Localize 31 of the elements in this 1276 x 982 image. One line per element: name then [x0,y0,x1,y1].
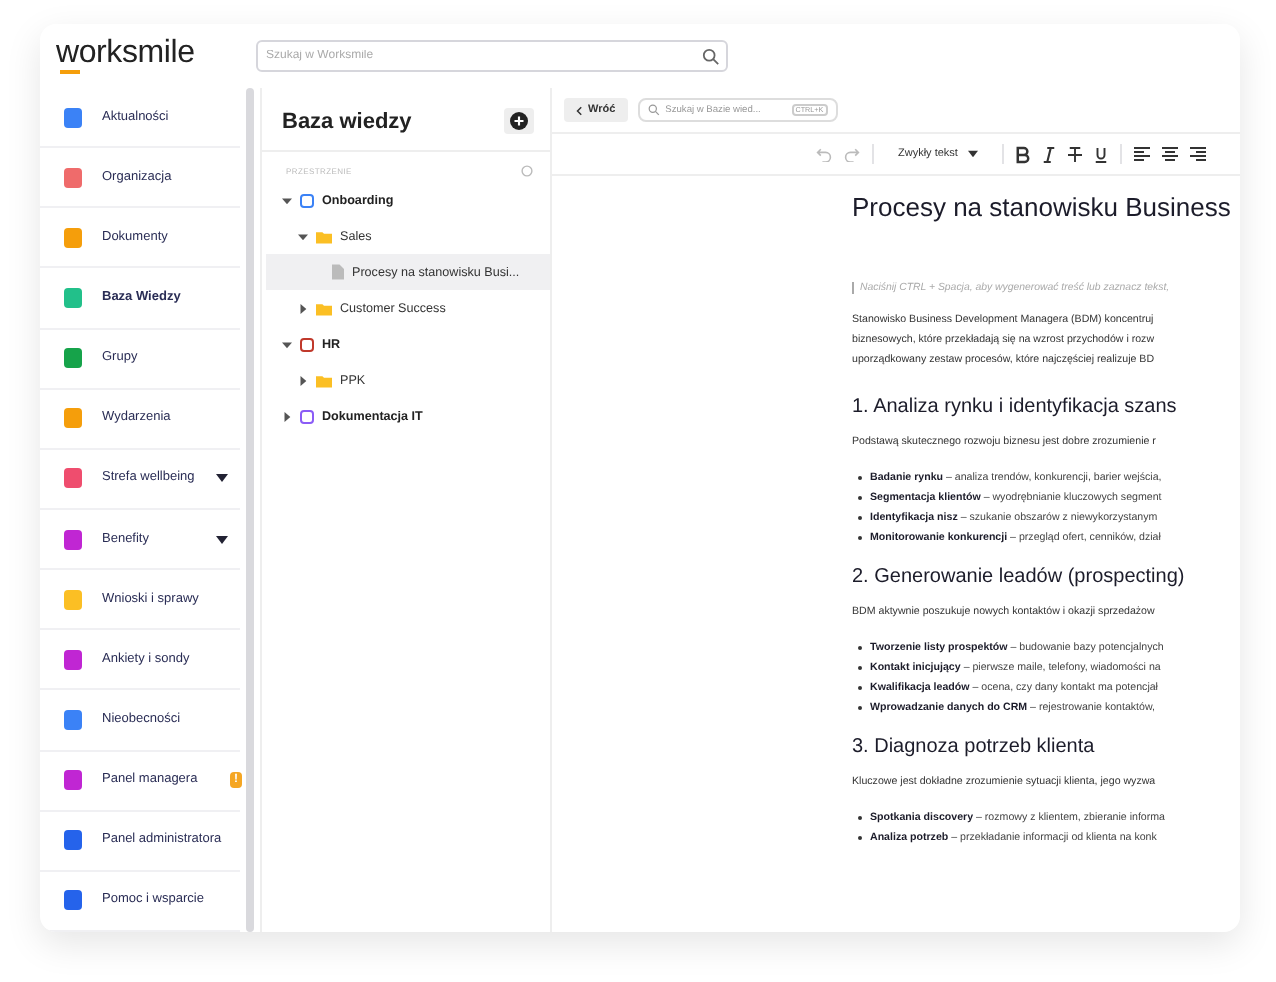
caret-icon [967,150,978,158]
italic-icon[interactable] [1041,145,1056,163]
bold-icon[interactable] [1015,145,1030,163]
logo-underline [60,70,80,74]
underline-icon[interactable] [1093,145,1108,163]
folder-icon [316,301,332,315]
search-icon [647,104,660,116]
folder-icon [316,229,332,243]
search-icon [702,47,720,65]
page-icon [332,264,344,280]
section-heading: 1. Analiza rynku i identyfikacja szans [852,396,1177,418]
logo: worksmile [56,38,197,70]
caret-icon[interactable] [282,339,292,349]
folder-icon [316,373,332,387]
scrollbar[interactable] [246,88,254,932]
caret-icon[interactable] [298,303,308,313]
document-title: Procesy na stanowisku Business [852,192,1231,222]
caret-icon[interactable] [282,195,292,205]
align-left-icon[interactable] [1133,146,1150,162]
caret-icon[interactable] [282,411,292,421]
align-right-icon[interactable] [1189,146,1206,162]
align-center-icon[interactable] [1161,146,1178,162]
panel-title: Baza wiedzy [282,109,412,133]
caret-icon[interactable] [298,231,308,241]
add-button[interactable] [504,108,534,134]
section-heading: 3. Diagnoza potrzeb klienta [852,736,1095,758]
chevron-left-icon [576,105,582,115]
caret-icon[interactable] [298,375,308,385]
plus-icon [510,112,528,130]
section-heading: 2. Generowanie leadów (prospecting) [852,566,1185,588]
strikethrough-icon[interactable] [1067,145,1082,163]
